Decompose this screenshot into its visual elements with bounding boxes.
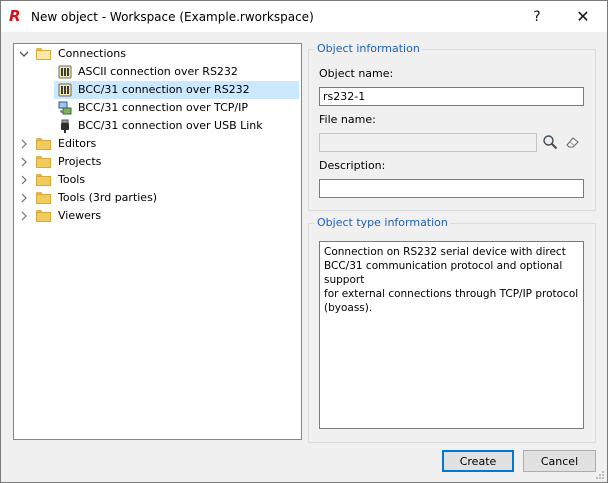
object-type-tree[interactable]: Connections ASCII connection over RS232 …: [13, 43, 302, 440]
clear-eraser-icon[interactable]: [565, 134, 581, 150]
title-bar: R New object - Workspace (Example.rworks…: [1, 1, 607, 32]
close-button[interactable]: ✕: [561, 1, 605, 32]
chevron-right-icon[interactable]: [18, 171, 30, 189]
close-icon: ✕: [576, 7, 590, 26]
tree-item-ascii-rs232[interactable]: ASCII connection over RS232: [14, 63, 299, 81]
folder-open-icon: [36, 48, 52, 60]
dialog-window: R New object - Workspace (Example.rworks…: [0, 0, 608, 483]
tree-item-label: BCC/31 connection over RS232: [78, 83, 250, 96]
folder-icon: [36, 156, 52, 168]
chevron-right-icon[interactable]: [18, 135, 30, 153]
tree-item-bcc31-tcpip[interactable]: BCC/31 connection over TCP/IP: [14, 99, 299, 117]
tree-item-projects[interactable]: Projects: [14, 153, 299, 171]
file-name-input[interactable]: [319, 133, 537, 152]
description-input[interactable]: [319, 179, 584, 198]
object-information-legend: Object information: [315, 42, 422, 56]
tree-item-label: Connections: [58, 47, 126, 60]
tree-item-label: ASCII connection over RS232: [78, 65, 238, 78]
usb-connection-icon: [58, 119, 72, 133]
tree-item-label: Editors: [58, 137, 97, 150]
tree-item-label: Projects: [58, 155, 102, 168]
chevron-right-icon[interactable]: [18, 189, 30, 207]
file-name-label: File name:: [319, 113, 376, 126]
app-logo-icon: R: [9, 7, 21, 25]
create-button[interactable]: Create: [442, 450, 514, 472]
serial-connection-icon: [58, 65, 72, 79]
folder-icon: [36, 192, 52, 204]
tree-item-bcc31-usb[interactable]: BCC/31 connection over USB Link: [14, 117, 299, 135]
serial-connection-icon: [58, 83, 72, 97]
tree-item-viewers[interactable]: Viewers: [14, 207, 299, 225]
browse-search-icon[interactable]: [542, 134, 558, 150]
cancel-button[interactable]: Cancel: [523, 450, 596, 472]
tree-item-label: BCC/31 connection over TCP/IP: [78, 101, 249, 114]
tree-item-tools[interactable]: Tools: [14, 171, 299, 189]
object-type-description: Connection on RS232 serial device with d…: [319, 241, 584, 429]
window-title: New object - Workspace (Example.rworkspa…: [31, 10, 314, 24]
tree-item-label: Viewers: [58, 209, 102, 222]
chevron-right-icon[interactable]: [18, 207, 30, 225]
network-connection-icon: [58, 101, 72, 115]
tree-item-bcc31-rs232[interactable]: BCC/31 connection over RS232: [54, 81, 299, 99]
tree-item-tools-3rd-parties[interactable]: Tools (3rd parties): [14, 189, 299, 207]
object-type-information-legend: Object type information: [315, 216, 450, 230]
help-icon: ?: [533, 8, 541, 25]
folder-icon: [36, 174, 52, 186]
help-button[interactable]: ?: [515, 1, 559, 32]
chevron-right-icon[interactable]: [18, 153, 30, 171]
tree-item-editors[interactable]: Editors: [14, 135, 299, 153]
tree-item-connections[interactable]: Connections: [14, 45, 299, 63]
description-label: Description:: [319, 159, 386, 172]
tree-item-label: BCC/31 connection over USB Link: [78, 119, 263, 132]
tree-item-label: Tools (3rd parties): [58, 191, 158, 204]
object-name-input[interactable]: rs232-1: [319, 87, 584, 106]
folder-icon: [36, 210, 52, 222]
resize-grip-icon[interactable]: [595, 470, 605, 480]
tree-item-label: Tools: [58, 173, 86, 186]
object-name-label: Object name:: [319, 67, 394, 80]
chevron-down-icon[interactable]: [18, 45, 30, 63]
folder-icon: [36, 138, 52, 150]
